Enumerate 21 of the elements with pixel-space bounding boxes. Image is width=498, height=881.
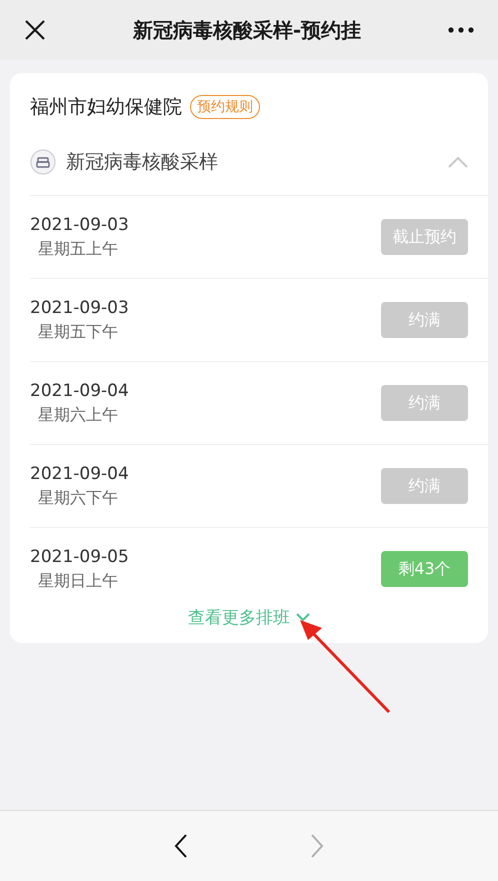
rules-tag[interactable]: 预约规则: [190, 95, 260, 119]
slot-date: 2021-09-04: [30, 380, 129, 400]
chevron-down-icon[interactable]: [296, 613, 310, 622]
hospital-name: 福州市妇幼保健院: [30, 95, 182, 120]
page-title: 新冠病毒核酸采样-预约挂: [132, 16, 362, 44]
slot-status-button[interactable]: 剩43个: [381, 551, 468, 587]
more-icon[interactable]: [448, 27, 474, 33]
more-schedules-link[interactable]: 查看更多排班: [188, 606, 290, 629]
back-icon[interactable]: [174, 834, 188, 858]
service-name: 新冠病毒核酸采样: [66, 150, 219, 175]
slot-period: 星期六上午: [37, 404, 119, 426]
slot-period: 星期五下午: [37, 322, 119, 342]
slot-period: 星期日上午: [37, 570, 119, 592]
close-icon[interactable]: [24, 19, 46, 41]
slot-date: 2021-09-03: [30, 298, 129, 318]
slot-date: 2021-09-04: [30, 464, 129, 484]
service-icon: [30, 149, 56, 175]
slot-period: 星期五上午: [37, 238, 119, 260]
slot-date: 2021-09-05: [30, 546, 129, 566]
slot-date: 2021-09-03: [30, 214, 129, 234]
slot-period: 星期六下午: [37, 488, 119, 508]
